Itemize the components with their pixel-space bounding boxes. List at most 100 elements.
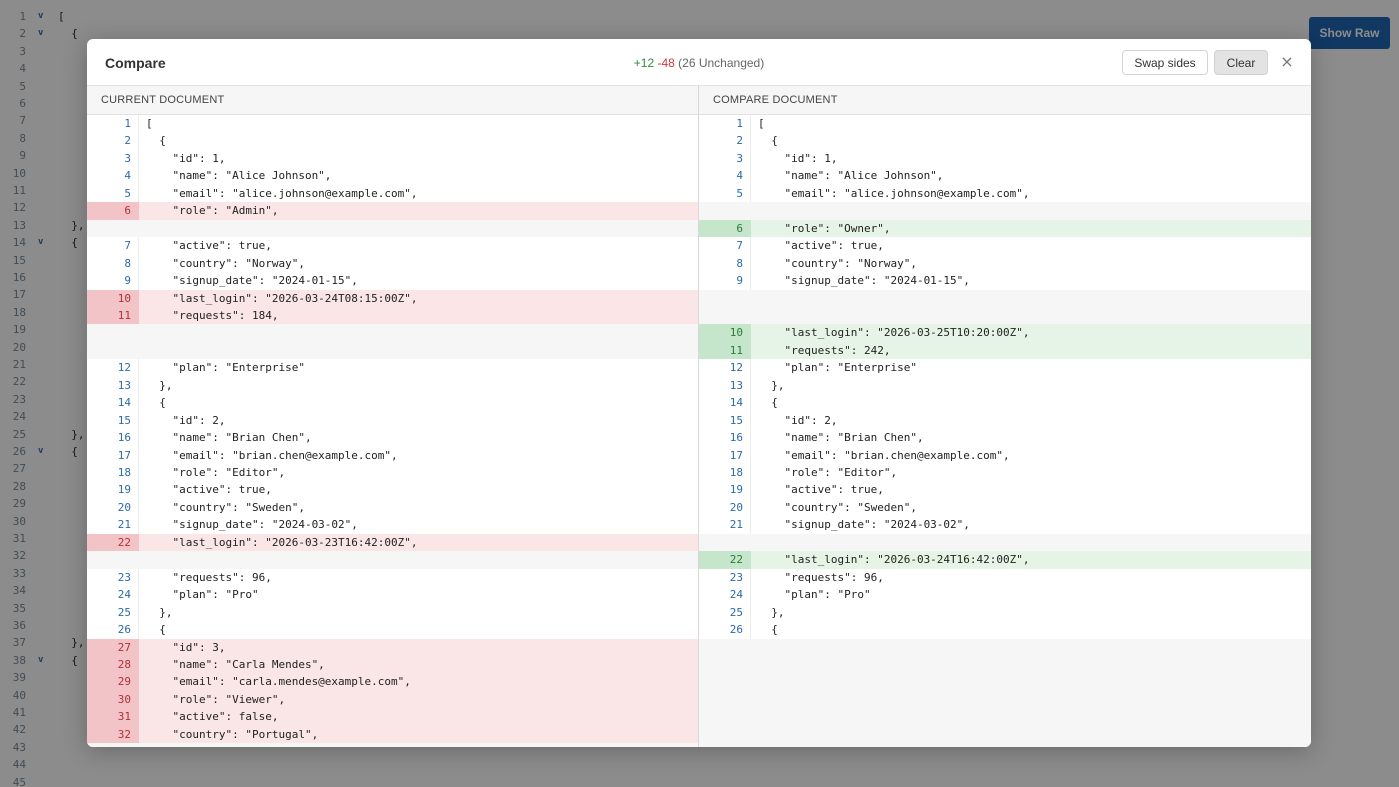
diff-line-number: 25 xyxy=(117,605,131,619)
compare-document-header: COMPARE DOCUMENT xyxy=(699,86,1311,115)
diff-line-code: "country": "Portugal", xyxy=(146,727,319,741)
diff-row: 7 "active": true, xyxy=(699,237,1311,254)
diff-line-code: "id": 2, xyxy=(758,413,838,427)
diff-line-code: "email": "alice.johnson@example.com", xyxy=(758,186,1030,200)
diff-line-number: 8 xyxy=(124,256,131,270)
diff-row: 7 "active": true, xyxy=(87,237,698,254)
diff-line-number: 12 xyxy=(117,361,131,375)
diff-row: 3 "id": 1, xyxy=(699,150,1311,167)
current-document-pane: CURRENT DOCUMENT 1[2 {3 "id": 1, 4 "name"… xyxy=(87,86,699,747)
diff-line-code: "role": "Viewer", xyxy=(146,692,286,706)
diff-line-number: 24 xyxy=(729,588,743,602)
diff-row: 14 { xyxy=(699,394,1311,411)
diff-line-code: "requests": 96, xyxy=(758,570,884,584)
diff-line-code: "country": "Norway", xyxy=(758,256,917,270)
diff-line-number: 2 xyxy=(124,134,131,148)
diff-row: 9 "signup_date": "2024-01-15", xyxy=(699,272,1311,289)
diff-line-number: 13 xyxy=(729,378,743,392)
diff-line-number: 22 xyxy=(699,551,751,569)
diff-line-number: 6 xyxy=(699,219,751,238)
diff-line-code: "name": "Brian Chen", xyxy=(146,431,312,445)
diff-line-number: 1 xyxy=(124,117,131,130)
diff-line-number: 6 xyxy=(87,202,139,220)
diff-line-number: 13 xyxy=(117,378,131,392)
diff-line-number: 32 xyxy=(87,725,139,744)
diff-line-code: "active": true, xyxy=(758,239,884,253)
diff-row: 23 "requests": 96, xyxy=(87,569,698,586)
diff-line-code: "role": "Editor", xyxy=(146,466,286,479)
diff-row-placeholder xyxy=(699,289,1311,307)
diff-line-number: 14 xyxy=(117,396,131,410)
compare-document-diff[interactable]: 1[2 {3 "id": 1, 4 "name": "Alice Johnson"… xyxy=(699,115,1311,747)
diff-line-number: 14 xyxy=(729,396,743,410)
diff-line-code: "signup_date": "2024-01-15", xyxy=(146,274,358,288)
diff-line-code: "id": 1, xyxy=(146,151,226,165)
diff-row-removed: 6 "role": "Admin", xyxy=(87,202,698,220)
diff-line-code: "role": "Owner", xyxy=(758,221,891,235)
diff-line-number: 5 xyxy=(124,186,131,200)
diff-row-removed: 22 "last_login": "2026-03-23T16:42:00Z", xyxy=(87,533,698,552)
diff-line-code: "signup_date": "2024-01-15", xyxy=(758,274,970,288)
diff-line-code: "plan": "Enterprise" xyxy=(146,361,305,375)
diff-row: 21 "signup_date": "2024-03-02", xyxy=(87,516,698,533)
added-count: +12 xyxy=(633,56,655,70)
diff-row-placeholder xyxy=(699,202,1311,220)
diff-line-code: { xyxy=(146,623,166,637)
diff-row: 9 "signup_date": "2024-01-15", xyxy=(87,272,698,289)
diff-row: 18 "role": "Editor", xyxy=(87,464,698,481)
diff-row: 2 { xyxy=(87,132,698,149)
diff-row: 13 }, xyxy=(699,377,1311,394)
diff-line-number: 12 xyxy=(729,361,743,375)
diff-line-number: 23 xyxy=(117,570,131,584)
diff-line-code: "last_login": "2026-03-24T16:42:00Z", xyxy=(758,553,1030,567)
diff-line-code: "plan": "Pro" xyxy=(758,588,871,602)
diff-line-code: "requests": 96, xyxy=(146,570,272,584)
clear-button[interactable]: Clear xyxy=(1214,50,1268,75)
diff-row: 8 "country": "Norway", xyxy=(699,255,1311,272)
diff-line-code: "id": 3, xyxy=(146,640,226,654)
diff-row: 14 { xyxy=(87,394,698,411)
compare-document-pane: COMPARE DOCUMENT 1[2 {3 "id": 1, 4 "name"… xyxy=(699,86,1311,747)
diff-row-placeholder xyxy=(87,341,698,360)
diff-line-code: }, xyxy=(758,605,785,619)
diff-line-code: "active": true, xyxy=(758,483,884,497)
compare-dialog: Compare +12 -48 (26 Unchanged) Swap side… xyxy=(87,39,1311,747)
diff-row: 26 { xyxy=(87,621,698,638)
diff-line-number: 3 xyxy=(124,151,131,165)
diff-line-code: [ xyxy=(146,117,153,130)
diff-line-number: 5 xyxy=(736,186,743,200)
current-document-diff[interactable]: 1[2 {3 "id": 1, 4 "name": "Alice Johnson"… xyxy=(87,115,698,747)
close-icon[interactable]: × xyxy=(1277,52,1297,72)
diff-row-placeholder xyxy=(87,324,698,342)
diff-line-number: 19 xyxy=(729,483,743,497)
diff-line-code: "id": 1, xyxy=(758,151,838,165)
diff-line-code: "role": "Admin", xyxy=(146,204,279,218)
diff-row: 13 }, xyxy=(87,377,698,394)
diff-line-code: "signup_date": "2024-03-02", xyxy=(146,518,358,532)
diff-row: 19 "active": true, xyxy=(699,481,1311,498)
diff-line-number: 7 xyxy=(736,239,743,253)
swap-sides-button[interactable]: Swap sides xyxy=(1122,50,1208,75)
diff-row-placeholder xyxy=(87,219,698,238)
diff-row: 5 "email": "alice.johnson@example.com", xyxy=(699,185,1311,202)
diff-row: 26 { xyxy=(699,621,1311,638)
diff-line-code: "active": false, xyxy=(146,710,279,724)
diff-line-code: "email": "brian.chen@example.com", xyxy=(758,448,1010,462)
diff-line-code: "email": "carla.mendes@example.com", xyxy=(146,675,411,689)
diff-row: 19 "active": true, xyxy=(87,481,698,498)
diff-row-placeholder xyxy=(699,306,1311,325)
removed-count: -48 xyxy=(657,56,675,70)
diff-row: 1[ xyxy=(87,115,698,132)
diff-row-placeholder xyxy=(699,533,1311,552)
diff-line-code: { xyxy=(758,623,778,637)
diff-line-number: 1 xyxy=(736,117,743,130)
diff-line-number: 25 xyxy=(729,605,743,619)
diff-line-code: { xyxy=(146,396,166,410)
diff-row: 16 "name": "Brian Chen", xyxy=(699,429,1311,446)
diff-line-number: 9 xyxy=(124,274,131,288)
diff-line-code: "active": true, xyxy=(146,483,272,497)
diff-line-code: "email": "alice.johnson@example.com", xyxy=(146,186,418,200)
diff-line-code: "requests": 242, xyxy=(758,343,891,357)
diff-line-code: "last_login": "2026-03-24T08:15:00Z", xyxy=(146,291,418,305)
diff-row-added: 22 "last_login": "2026-03-24T16:42:00Z", xyxy=(699,551,1311,569)
